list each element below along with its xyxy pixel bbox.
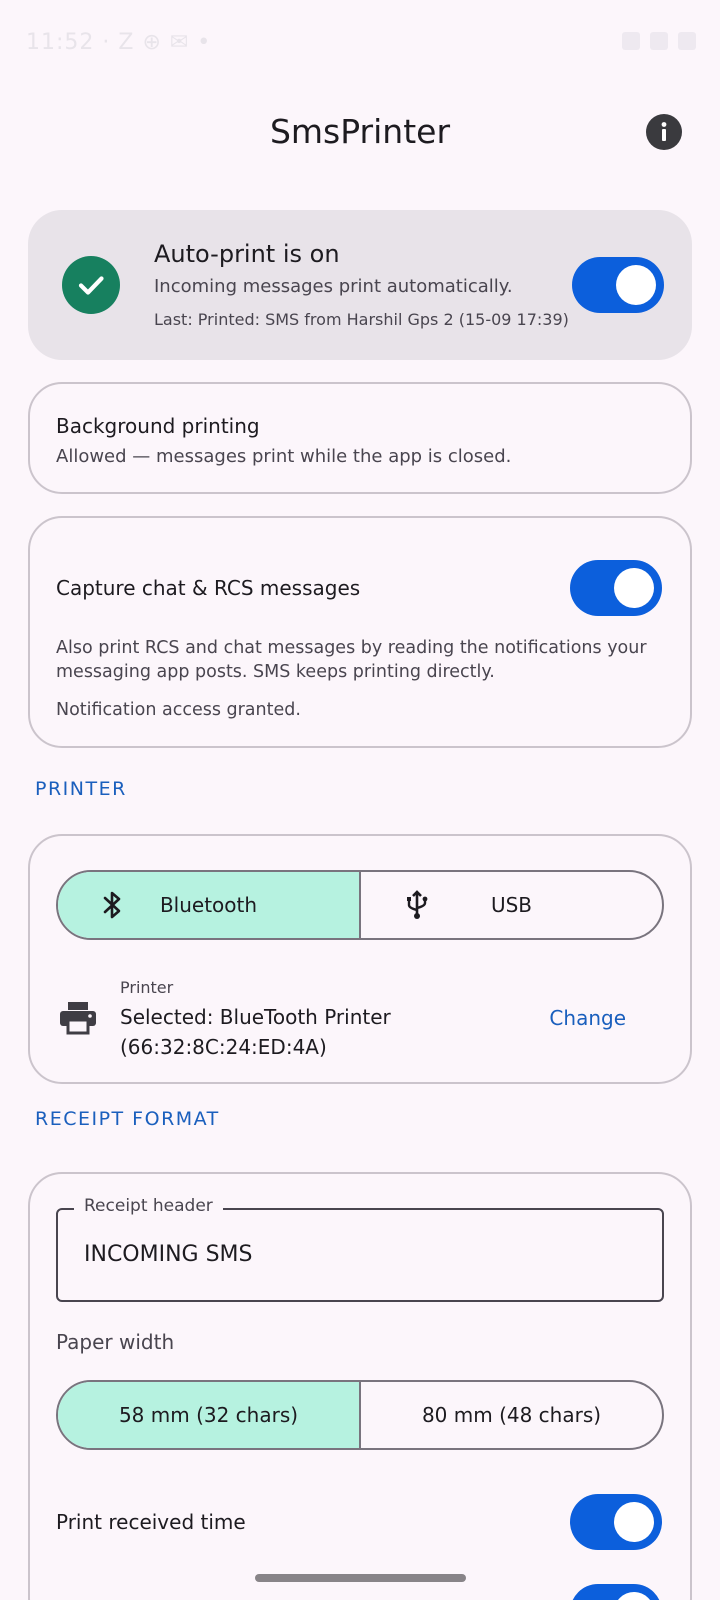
capture-rcs-toggle[interactable] [570,560,662,616]
bluetooth-label: Bluetooth [159,893,258,917]
auto-print-last: Last: Printed: SMS from Harshil Gps 2 (1… [154,310,569,329]
auto-print-toggle[interactable] [572,257,664,313]
auto-print-description: Incoming messages print automatically. [154,276,513,297]
usb-option[interactable]: USB [359,872,662,938]
change-printer-button[interactable]: Change [549,1006,626,1030]
background-printing-description: Allowed — messages print while the app i… [56,446,512,467]
capture-rcs-title: Capture chat & RCS messages [56,576,361,600]
toggle-knob [616,265,656,305]
printer-card: Bluetooth USB Printer Selected: BlueToot… [28,834,692,1084]
toggle-knob [614,1592,654,1600]
toggle-knob [614,568,654,608]
printer-icon [58,1000,98,1040]
status-bar: 11:52 · Z ⊕ ✉ • [0,0,720,86]
app-bar: SmsPrinter [0,96,720,172]
background-printing-card[interactable]: Background printing Allowed — messages p… [28,382,692,494]
capture-rcs-card: Capture chat & RCS messages Also print R… [28,516,692,748]
printer-section-label: PRINTER [35,778,127,800]
selected-printer: Selected: BlueTooth Printer (66:32:8C:24… [120,1005,391,1059]
bluetooth-icon [102,890,124,920]
capture-rcs-description: Also print RCS and chat messages by read… [56,638,647,682]
screen: 11:52 · Z ⊕ ✉ • SmsPrinter Auto-print is… [0,0,720,1600]
info-icon [661,122,667,141]
receipt-header-label: Receipt header [74,1196,223,1216]
info-button[interactable] [646,114,682,150]
status-time: 11:52 · Z ⊕ ✉ • [26,30,212,55]
bluetooth-option[interactable]: Bluetooth [58,872,359,938]
receipt-header-field[interactable]: Receipt header INCOMING SMS [56,1196,664,1302]
auto-print-title: Auto-print is on [154,240,340,268]
status-icons [622,32,696,50]
receipt-header-value: INCOMING SMS [84,1242,253,1267]
wifi-icon [622,32,640,50]
paper-80mm-option[interactable]: 80 mm (48 chars) [359,1382,662,1448]
paper-width-selector: 58 mm (32 chars) 80 mm (48 chars) [56,1380,664,1450]
signal-icon [650,32,668,50]
connection-type-selector: Bluetooth USB [56,870,664,940]
background-printing-title: Background printing [56,414,260,438]
auto-print-card: Auto-print is on Incoming messages print… [28,210,692,360]
print-received-time-toggle[interactable] [570,1494,662,1550]
usb-icon [405,890,429,920]
paper-58mm-option[interactable]: 58 mm (32 chars) [58,1382,359,1448]
receipt-section-label: RECEIPT FORMAT [35,1108,220,1130]
battery-icon [678,32,696,50]
paper-width-label: Paper width [56,1330,175,1354]
paper-80mm-label: 80 mm (48 chars) [421,1403,602,1427]
print-received-time-label: Print received time [56,1510,246,1534]
next-option-toggle[interactable] [570,1584,662,1600]
capture-rcs-status: Notification access granted. [56,700,301,720]
paper-58mm-label: 58 mm (32 chars) [118,1403,299,1427]
home-indicator[interactable] [255,1574,466,1582]
toggle-knob [614,1502,654,1542]
receipt-format-card: Receipt header INCOMING SMS Paper width … [28,1172,692,1600]
app-title: SmsPrinter [269,112,451,151]
printer-label: Printer [120,978,174,997]
usb-label: USB [490,893,533,917]
check-circle-icon [62,256,120,314]
